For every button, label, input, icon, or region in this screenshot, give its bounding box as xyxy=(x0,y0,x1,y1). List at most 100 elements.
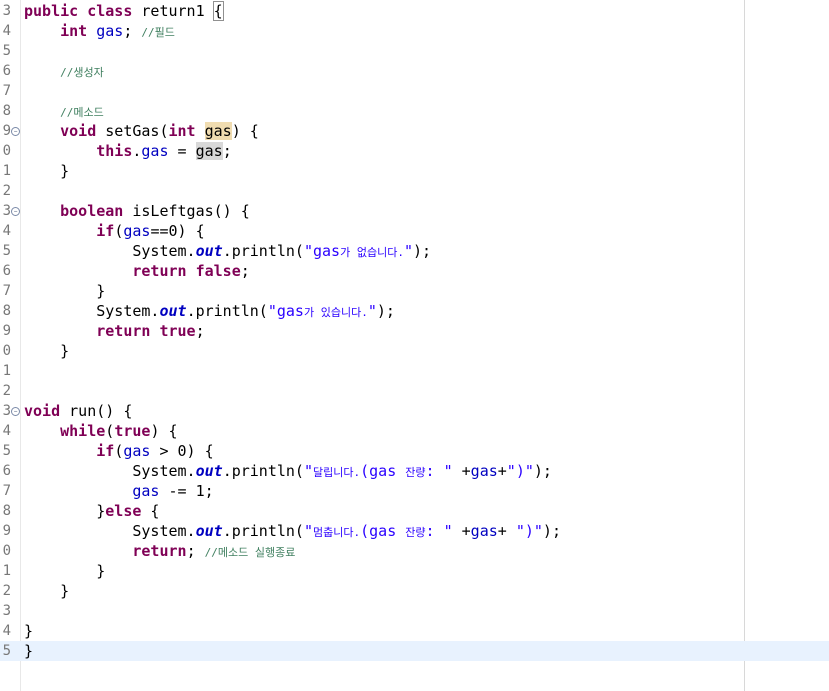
code-line[interactable]: 8 System.out.println("gas가 있습니다."); xyxy=(0,301,829,321)
code-line[interactable]: 2 xyxy=(0,181,829,201)
code-line[interactable]: 6 //생성자 xyxy=(0,61,829,81)
code-line[interactable]: 8 //메소드 xyxy=(0,101,829,121)
code-line[interactable]: 1 } xyxy=(0,161,829,181)
code-line[interactable]: 6 return false; xyxy=(0,261,829,281)
code-text: return true; xyxy=(24,321,205,341)
line-number: 2 xyxy=(2,583,11,599)
code-token: .println( xyxy=(222,522,304,540)
code-line[interactable]: 3− boolean isLeftgas() { xyxy=(0,201,829,221)
code-line[interactable]: 5 if(gas > 0) { xyxy=(0,441,829,461)
code-text: boolean isLeftgas() { xyxy=(24,201,250,221)
code-line[interactable]: 3− void run() { xyxy=(0,401,829,421)
code-line[interactable]: 9 System.out.println("멈춥니다.(gas 잔량: " +g… xyxy=(0,521,829,541)
code-token: return1 xyxy=(132,2,214,20)
fold-collapse-icon[interactable]: − xyxy=(11,207,20,216)
code-token: ( xyxy=(114,442,124,460)
code-editor[interactable]: 3 public class return1 {4 int gas; //필드 5 6… xyxy=(0,0,829,691)
fold-collapse-icon[interactable]: − xyxy=(11,127,20,136)
line-number: 0 xyxy=(2,143,11,159)
code-token: } xyxy=(24,562,106,580)
line-number: 8 xyxy=(2,503,11,519)
code-line[interactable]: 1 } xyxy=(0,561,829,581)
code-line[interactable]: 0 } xyxy=(0,341,829,361)
code-line[interactable]: 7 gas -= 1; xyxy=(0,481,829,501)
code-line[interactable]: 2 xyxy=(0,381,829,401)
code-token: " xyxy=(303,522,313,540)
code-text: } xyxy=(24,561,105,581)
code-line[interactable]: 4 while(true) { xyxy=(0,421,829,441)
line-number: 3 xyxy=(2,203,11,219)
code-text: } xyxy=(24,641,33,661)
code-line[interactable]: 1 xyxy=(0,361,829,381)
code-token: System. xyxy=(24,302,160,320)
code-line[interactable]: 3 public class return1 { xyxy=(0,1,829,21)
line-number: 6 xyxy=(2,63,11,79)
code-line[interactable]: 5 System.out.println("gas가 없습니다."); xyxy=(0,241,829,261)
line-number: 4 xyxy=(2,423,11,439)
code-line[interactable]: 0 this.gas = gas; xyxy=(0,141,829,161)
code-line[interactable]: 7 xyxy=(0,81,829,101)
code-token: class xyxy=(87,2,133,20)
line-number: 4 xyxy=(2,623,11,639)
code-line[interactable]: 6 System.out.println("달립니다.(gas 잔량: " +g… xyxy=(0,461,829,481)
code-line[interactable]: 3 xyxy=(0,601,829,621)
code-line[interactable]: 4 if(gas==0) { xyxy=(0,221,829,241)
code-token: + xyxy=(452,462,471,480)
code-token: (gas xyxy=(360,462,406,480)
code-token: return xyxy=(132,262,187,280)
code-token: this xyxy=(96,142,133,160)
code-text: while(true) { xyxy=(24,421,178,441)
code-token: ) { xyxy=(150,422,178,440)
code-token: : " xyxy=(425,522,453,540)
code-text: System.out.println("달립니다.(gas 잔량: " +gas… xyxy=(24,461,552,483)
code-line[interactable]: 9− void setGas(int gas) { xyxy=(0,121,829,141)
code-line[interactable]: 4} xyxy=(0,621,829,641)
code-token: setGas( xyxy=(96,122,169,140)
code-token: gas xyxy=(96,22,124,40)
code-token: out xyxy=(195,522,223,540)
code-token: ; xyxy=(195,322,205,340)
code-token: ; xyxy=(240,262,250,280)
code-line-current[interactable]: 5} xyxy=(0,641,829,661)
line-number: 5 xyxy=(2,443,11,459)
code-text: int gas; //필드 xyxy=(24,21,175,43)
code-line[interactable]: 4 int gas; //필드 xyxy=(0,21,829,41)
code-token: ); xyxy=(412,242,432,260)
code-token: ( xyxy=(114,222,124,240)
code-token: out xyxy=(195,462,223,480)
code-token: else xyxy=(105,502,142,520)
line-number: 7 xyxy=(2,283,11,299)
code-token: out xyxy=(159,302,187,320)
code-token: ) { xyxy=(231,122,259,140)
code-line[interactable]: 9 return true; xyxy=(0,321,829,341)
line-number: 6 xyxy=(2,263,11,279)
fold-collapse-icon[interactable]: − xyxy=(11,407,20,416)
code-text: //생성자 xyxy=(24,61,104,83)
code-token: gas xyxy=(141,142,169,160)
code-line[interactable]: 0 return; //메소드 실행종료 xyxy=(0,541,829,561)
code-line[interactable]: 2 } xyxy=(0,581,829,601)
line-number: 8 xyxy=(2,103,11,119)
code-token: ")" xyxy=(506,462,534,480)
line-number: 4 xyxy=(2,23,11,39)
code-token: ; xyxy=(123,22,142,40)
code-line[interactable]: 5 xyxy=(0,41,829,61)
code-token: "gas xyxy=(303,242,341,260)
code-text: if(gas > 0) { xyxy=(24,441,213,461)
code-line[interactable]: 8 }else { xyxy=(0,501,829,521)
code-token: boolean xyxy=(60,202,124,220)
code-token: 가 있습니다. xyxy=(303,306,368,319)
code-text: }else { xyxy=(24,501,159,521)
code-token: ; xyxy=(186,542,205,560)
code-token: ")" xyxy=(515,522,543,540)
code-token: if xyxy=(96,442,115,460)
code-line[interactable]: 7 } xyxy=(0,281,829,301)
